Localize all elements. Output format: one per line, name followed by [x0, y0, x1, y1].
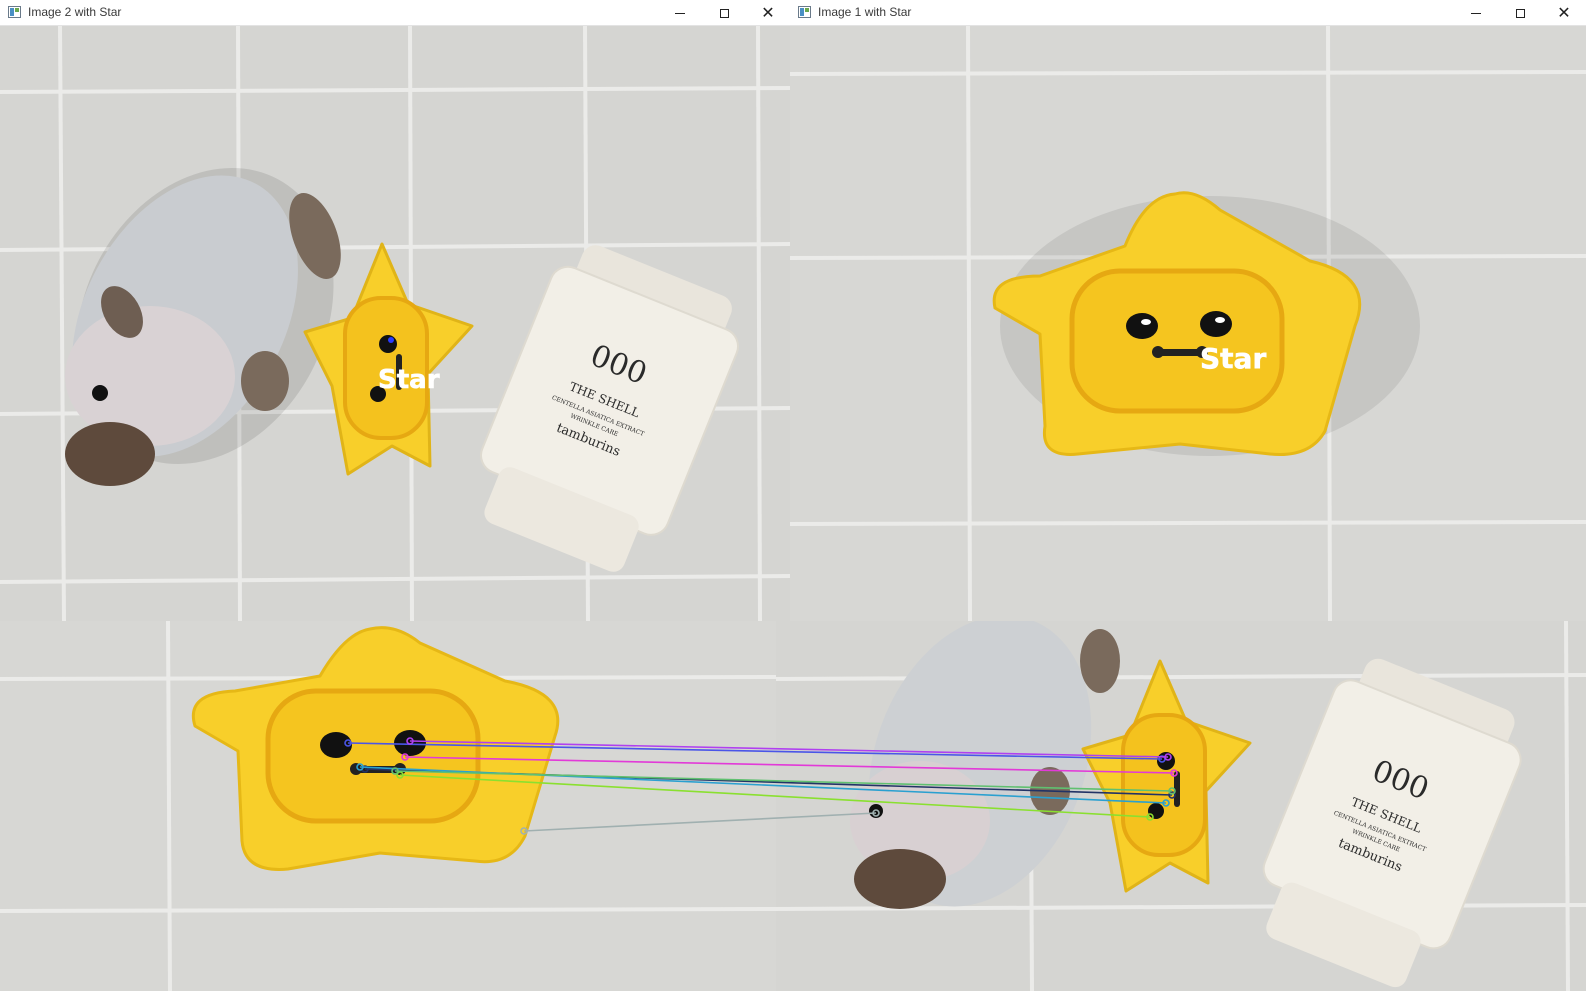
window-image-1: Image 1 with Star ✕ Star: [790, 0, 1586, 621]
close-button[interactable]: ✕: [1542, 0, 1586, 25]
maximize-icon: [719, 8, 729, 18]
close-button[interactable]: ✕: [746, 0, 790, 25]
close-icon: ✕: [761, 3, 775, 22]
app-icon: [798, 6, 811, 18]
window-title: Image 1 with Star: [818, 5, 912, 19]
app-icon: [8, 6, 21, 18]
matches-window: 000 THE SHELL CENTELLA ASIATICA EXTRACT …: [0, 621, 1586, 991]
close-icon: ✕: [1557, 3, 1571, 22]
titlebar[interactable]: Image 1 with Star ✕: [790, 0, 1586, 26]
minimize-icon: [1471, 12, 1481, 14]
window-image-2: Image 2 with Star ✕ Star 000 THE SHELL C…: [0, 0, 790, 621]
titlebar[interactable]: Image 2 with Star ✕: [0, 0, 790, 26]
detection-label: Star: [1200, 342, 1266, 375]
image-canvas: Star 000 THE SHELL CENTELLA ASIATICA EXT…: [0, 26, 790, 621]
maximize-button[interactable]: [702, 0, 746, 25]
minimize-icon: [675, 12, 685, 14]
scene-right: 000 THE SHELL CENTELLA ASIATICA EXTRACT …: [775, 621, 1586, 991]
minimize-button[interactable]: [1454, 0, 1498, 25]
image-canvas: Star: [790, 26, 1586, 621]
minimize-button[interactable]: [658, 0, 702, 25]
matches-canvas: 000 THE SHELL CENTELLA ASIATICA EXTRACT …: [0, 621, 1586, 991]
maximize-icon: [1515, 8, 1525, 18]
detection-label: Star: [378, 365, 440, 395]
maximize-button[interactable]: [1498, 0, 1542, 25]
window-title: Image 2 with Star: [28, 5, 122, 19]
